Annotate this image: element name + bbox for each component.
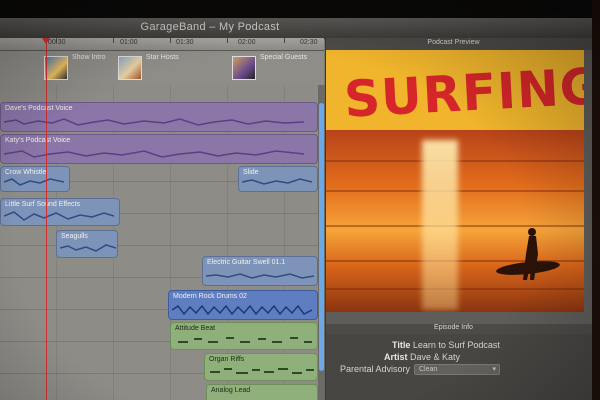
advisory-value: Clean [419, 366, 438, 373]
region-name: Electric Guitar Swell 01.1 [207, 259, 286, 266]
podcast-preview-panel: Podcast Preview SURFING Episode Info Tit… [325, 38, 592, 400]
scrollbar-knob[interactable] [319, 103, 324, 371]
region-slide[interactable]: Slide [238, 166, 318, 192]
waveform [4, 118, 304, 126]
playhead[interactable] [46, 38, 47, 400]
waveform [60, 244, 116, 252]
region-name: Little Surf Sound Effects [5, 201, 80, 208]
episode-info-header: Episode Info [326, 324, 592, 334]
waveform [242, 178, 312, 185]
waveform [172, 305, 312, 315]
podcast-marker-lane: Show Intro Star Hosts Special Guests [0, 51, 324, 86]
chevron-down-icon: ▾ [492, 366, 496, 373]
region-dave-voice[interactable]: Dave's Podcast Voice [0, 102, 318, 132]
playhead-handle[interactable] [42, 38, 50, 44]
region-electric-guitar-swell[interactable]: Electric Guitar Swell 01.1 [202, 256, 318, 286]
waveform [4, 211, 114, 221]
screen-bezel [592, 0, 600, 400]
marker-artwork-thumbnail [118, 56, 142, 80]
ruler-tick: 00:30 [48, 39, 66, 46]
advisory-label: Parental Advisory [340, 364, 411, 374]
region-crow-whistle[interactable]: Crow Whistle [0, 166, 70, 192]
region-surf-sound-effects[interactable]: Little Surf Sound Effects [0, 198, 120, 226]
artwork-title-text: SURFING [342, 57, 584, 129]
title-label: Title [392, 340, 411, 350]
episode-info-section: Title Learn to Surf Podcast Artist Dave … [326, 334, 592, 400]
title-value[interactable]: Learn to Surf Podcast [413, 340, 500, 350]
ruler-tick: 02:30 [300, 39, 318, 46]
surfer-silhouette [496, 228, 560, 280]
region-name: Katy's Podcast Voice [5, 137, 71, 144]
region-name: Crow Whistle [5, 169, 47, 176]
window-titlebar: GarageBand – My Podcast [0, 18, 592, 39]
region-name: Analog Lead [211, 387, 251, 394]
artist-value[interactable]: Dave & Katy [410, 352, 460, 362]
tracks-vertical-scrollbar[interactable] [318, 85, 325, 400]
midi-notes [210, 368, 314, 374]
marker-label: Show Intro [72, 54, 106, 61]
region-name: Organ Riffs [209, 356, 245, 363]
marker-artwork-thumbnail [44, 56, 68, 80]
tracks-area[interactable]: Dave's Podcast Voice Katy's Podcast Voic… [0, 85, 318, 400]
episode-info-header-label: Episode Info [434, 324, 473, 331]
region-name: Dave's Podcast Voice [5, 105, 73, 112]
region-seagulls[interactable]: Seagulls [56, 230, 118, 258]
midi-notes [178, 337, 312, 343]
ruler-tick: 01:00 [120, 39, 138, 46]
waveform [4, 178, 64, 186]
region-attitude-beat[interactable]: Attitude Beat [170, 322, 318, 350]
ruler-tick: 01:30 [176, 39, 194, 46]
artist-label: Artist [384, 352, 408, 362]
episode-artwork[interactable]: SURFING [326, 50, 584, 312]
region-name: Slide [243, 169, 259, 176]
marker-artwork-thumbnail [232, 56, 256, 80]
episode-title-row: Title Learn to Surf Podcast [392, 340, 500, 350]
marker-label: Special Guests [260, 54, 308, 61]
region-name: Seagulls [61, 233, 88, 240]
region-modern-rock-drums[interactable]: Modern Rock Drums 02 [168, 290, 318, 320]
marker-label: Star Hosts [146, 54, 179, 61]
region-name: Modern Rock Drums 02 [173, 293, 247, 300]
preview-header: Podcast Preview [326, 38, 592, 50]
region-analog-lead[interactable]: Analog Lead [206, 384, 318, 400]
region-katy-voice[interactable]: Katy's Podcast Voice [0, 134, 318, 164]
episode-artist-row: Artist Dave & Katy [384, 352, 460, 362]
waveform [206, 273, 314, 279]
region-organ-riffs[interactable]: Organ Riffs [204, 353, 318, 381]
window-title: GarageBand – My Podcast [140, 21, 280, 33]
ruler-tick: 02:00 [238, 39, 256, 46]
preview-header-label: Podcast Preview [427, 39, 480, 46]
parental-advisory-select[interactable]: Clean ▾ [414, 364, 500, 375]
waveform [4, 150, 304, 158]
garageband-screen: GarageBand – My Podcast 00:30 01:00 01:3… [0, 18, 592, 400]
region-name: Attitude Beat [175, 325, 216, 332]
